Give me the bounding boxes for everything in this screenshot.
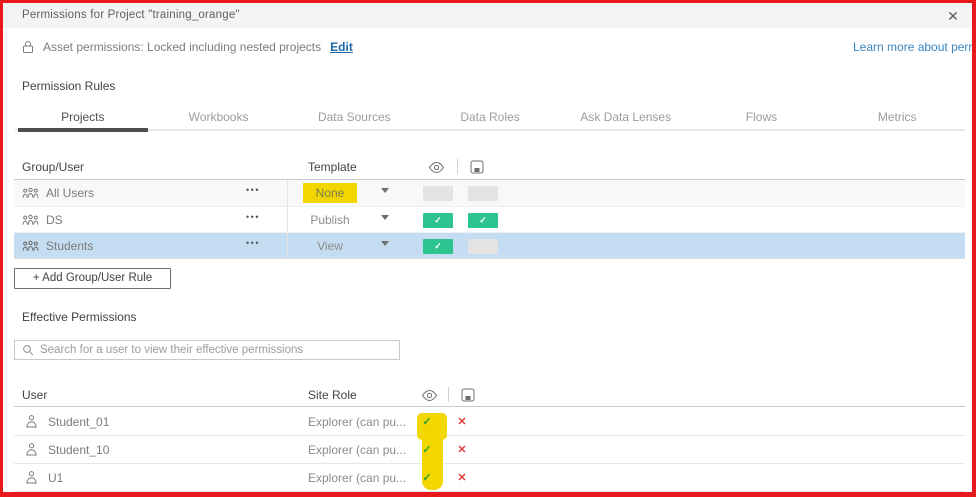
- rule-row-ds[interactable]: DS ••• Publish: [14, 206, 965, 232]
- chevron-down-icon[interactable]: [381, 188, 389, 193]
- tab-workbooks[interactable]: Workbooks: [151, 103, 287, 129]
- tab-flows[interactable]: Flows: [694, 103, 830, 129]
- tab-projects[interactable]: Projects: [15, 103, 151, 129]
- tab-data-sources[interactable]: Data Sources: [286, 103, 422, 129]
- rules-table: All Users ••• None DS ••• Publish Studen…: [14, 180, 965, 259]
- rules-table-header: Group/User Template: [14, 155, 965, 180]
- tab-data-roles[interactable]: Data Roles: [422, 103, 558, 129]
- user-name: Student_01: [48, 415, 109, 429]
- user-row-student-01[interactable]: Student_01 Explorer (can pu...: [14, 408, 965, 436]
- template-select[interactable]: None: [290, 183, 370, 203]
- view-capability-cell[interactable]: [423, 186, 453, 201]
- site-role-value: Explorer (can pu...: [308, 471, 406, 485]
- user-name: U1: [48, 471, 63, 485]
- template-value: Publish: [297, 210, 362, 230]
- asset-permissions-bar: Asset permissions: Locked including nest…: [22, 38, 353, 56]
- close-icon[interactable]: ✕: [944, 7, 962, 25]
- user-icon: [24, 414, 39, 429]
- template-header: Template: [308, 160, 357, 174]
- publish-denied-x-icon[interactable]: [454, 470, 470, 486]
- publish-capability-icon: [461, 388, 475, 402]
- header-divider: [448, 387, 449, 402]
- users-table: Student_01 Explorer (can pu... Student_1…: [14, 408, 965, 492]
- permission-rules-heading: Permission Rules: [22, 79, 115, 93]
- user-name: Student_10: [48, 443, 109, 457]
- header-divider: [457, 159, 458, 174]
- row-actions-menu-icon[interactable]: •••: [240, 238, 266, 248]
- user-icon: [24, 470, 39, 485]
- publish-capability-cell[interactable]: [468, 186, 498, 201]
- template-select[interactable]: Publish: [290, 210, 370, 230]
- user-search: [14, 340, 400, 360]
- template-select[interactable]: View: [290, 236, 370, 256]
- view-allowed-check-icon[interactable]: [419, 414, 435, 430]
- add-group-user-rule-button[interactable]: + Add Group/User Rule: [14, 268, 171, 289]
- row-actions-menu-icon[interactable]: •••: [240, 185, 266, 195]
- view-capability-cell[interactable]: [423, 213, 453, 228]
- publish-denied-x-icon[interactable]: [454, 442, 470, 458]
- user-row-u1[interactable]: U1 Explorer (can pu...: [14, 464, 965, 492]
- dialog-title: Permissions for Project "training_orange…: [22, 9, 240, 21]
- permissions-dialog: Permissions for Project "training_orange…: [0, 0, 976, 497]
- publish-capability-cell[interactable]: [468, 239, 498, 254]
- view-allowed-check-icon[interactable]: [419, 470, 435, 486]
- group-icon: [22, 187, 39, 199]
- view-capability-cell[interactable]: [423, 239, 453, 254]
- publish-capability-cell[interactable]: [468, 213, 498, 228]
- content-type-tabs: Projects Workbooks Data Sources Data Rol…: [15, 103, 965, 131]
- rule-row-students[interactable]: Students ••• View: [14, 232, 965, 258]
- publish-capability-icon: [470, 160, 484, 174]
- site-role-header: Site Role: [308, 388, 357, 402]
- template-value-highlighted: None: [303, 183, 358, 203]
- template-value: View: [304, 236, 356, 256]
- learn-more-link[interactable]: Learn more about permissions: [853, 40, 976, 54]
- rule-row-all-users[interactable]: All Users ••• None: [14, 180, 965, 206]
- group-user-header: Group/User: [22, 160, 84, 174]
- chevron-down-icon[interactable]: [381, 215, 389, 220]
- user-icon: [24, 442, 39, 457]
- edit-link[interactable]: Edit: [330, 40, 353, 54]
- asset-permissions-text: Asset permissions: Locked including nest…: [43, 40, 321, 54]
- view-allowed-check-icon[interactable]: [419, 442, 435, 458]
- group-name: All Users: [46, 186, 94, 200]
- user-row-student-10[interactable]: Student_10 Explorer (can pu...: [14, 436, 965, 464]
- group-icon: [22, 214, 39, 226]
- tab-ask-data-lenses[interactable]: Ask Data Lenses: [558, 103, 694, 129]
- row-actions-menu-icon[interactable]: •••: [240, 212, 266, 222]
- search-icon: [22, 344, 34, 356]
- group-name: DS: [46, 213, 63, 227]
- view-capability-icon: [421, 389, 438, 402]
- effective-permissions-heading: Effective Permissions: [22, 310, 137, 324]
- site-role-value: Explorer (can pu...: [308, 443, 406, 457]
- user-header: User: [22, 388, 47, 402]
- chevron-down-icon[interactable]: [381, 241, 389, 246]
- group-icon: [22, 240, 39, 252]
- lock-icon: [22, 40, 34, 54]
- users-table-header: User Site Role: [14, 386, 965, 407]
- tab-metrics[interactable]: Metrics: [829, 103, 965, 129]
- group-name: Students: [46, 239, 93, 253]
- view-capability-icon: [428, 161, 445, 174]
- publish-denied-x-icon[interactable]: [454, 414, 470, 430]
- search-input[interactable]: [40, 344, 399, 356]
- dialog-titlebar: Permissions for Project "training_orange…: [3, 3, 973, 28]
- site-role-value: Explorer (can pu...: [308, 415, 406, 429]
